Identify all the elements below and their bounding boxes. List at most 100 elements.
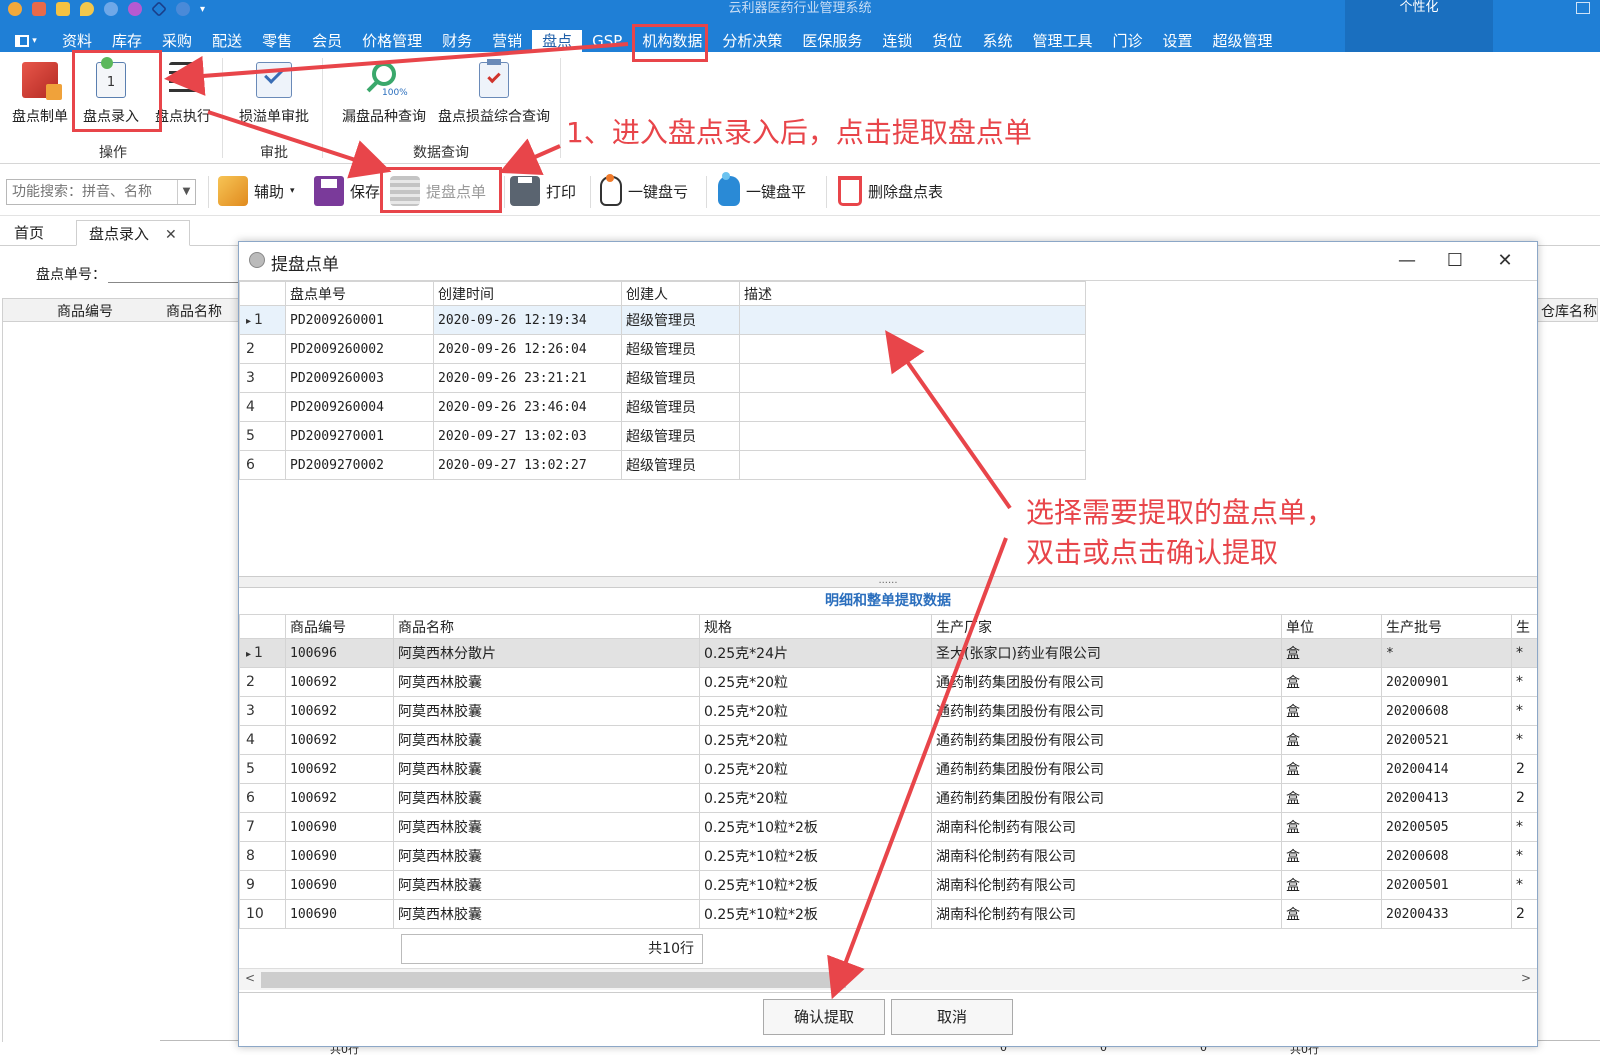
menu-item[interactable]: 系统 [972, 30, 1022, 52]
menu-item[interactable]: 盘点 [532, 30, 583, 52]
unit-cell[interactable]: 盒 [1281, 841, 1382, 871]
menu-item[interactable]: 超级管理 [1203, 30, 1283, 52]
created-time-cell[interactable]: 2020-09-27 13:02:03 [433, 421, 622, 451]
scrollbar-thumb[interactable] [261, 972, 846, 988]
print-button[interactable]: 打印 [510, 174, 576, 208]
row-number[interactable]: 4 [239, 725, 286, 755]
menu-item[interactable]: 连锁 [872, 30, 922, 52]
menu-item[interactable]: 采购 [152, 30, 202, 52]
manufacturer-cell[interactable]: 通药制药集团股份有限公司 [931, 754, 1282, 784]
detail-row[interactable]: 7 100690 阿莫西林胶囊 0.25克*10粒*2板 湖南科伦制药有限公司盒 2020… [239, 812, 1537, 842]
product-name-cell[interactable]: 阿莫西林胶囊 [393, 696, 700, 726]
master-row[interactable]: 2 PD2009260002 2020-09-26 12:26:04 超级管理员 [239, 334, 1086, 364]
batch-cell[interactable]: * [1381, 638, 1512, 668]
creator-cell[interactable]: 超级管理员 [621, 334, 740, 364]
batch-cell[interactable]: 20200521 [1381, 725, 1512, 755]
product-name-cell[interactable]: 阿莫西林胶囊 [393, 870, 700, 900]
row-number[interactable]: 7 [239, 812, 286, 842]
menu-item[interactable]: 设置 [1152, 30, 1202, 52]
spec-cell[interactable]: 0.25克*20粒 [699, 754, 932, 784]
ribbon-approval-button[interactable]: 损溢单审批 [232, 58, 316, 138]
spec-cell[interactable]: 0.25克*10粒*2板 [699, 812, 932, 842]
manufacturer-cell[interactable]: 通药制药集团股份有限公司 [931, 725, 1282, 755]
product-code-cell[interactable]: 100692 [285, 725, 394, 755]
detail-column-header[interactable]: 生产厂家 [931, 614, 1282, 639]
description-cell[interactable] [739, 363, 1086, 393]
extra-cell[interactable]: 2 [1511, 899, 1537, 929]
batch-cell[interactable]: 20200414 [1381, 754, 1512, 784]
manufacturer-cell[interactable]: 湖南科伦制药有限公司 [931, 899, 1282, 929]
unit-cell[interactable]: 盒 [1281, 870, 1382, 900]
spec-cell[interactable]: 0.25克*20粒 [699, 725, 932, 755]
batch-cell[interactable]: 20200505 [1381, 812, 1512, 842]
menu-item[interactable]: 管理工具 [1022, 30, 1102, 52]
spec-cell[interactable]: 0.25克*20粒 [699, 667, 932, 697]
spec-cell[interactable]: 0.25克*20粒 [699, 696, 932, 726]
detail-row[interactable]: 4 100692 阿莫西林胶囊 0.25克*20粒 通药制药集团股份有限公司盒 20200… [239, 725, 1537, 755]
detail-column-header[interactable]: 生产批号 [1381, 614, 1512, 639]
detail-column-header[interactable]: 商品名称 [393, 614, 700, 639]
creator-cell[interactable]: 超级管理员 [621, 392, 740, 422]
detail-row[interactable]: 10 100690 阿莫西林胶囊 0.25克*10粒*2板 湖南科伦制药有限公司盒 202… [239, 899, 1537, 929]
close-icon[interactable]: ✕ [1485, 248, 1525, 274]
menu-item[interactable]: 库存 [102, 30, 152, 52]
row-number[interactable]: 2 [239, 667, 286, 697]
save-button[interactable]: 保存 [314, 174, 380, 208]
horizontal-scrollbar[interactable]: < > [239, 968, 1537, 990]
cancel-button[interactable]: 取消 [891, 999, 1013, 1035]
product-code-cell[interactable]: 100692 [285, 696, 394, 726]
batch-cell[interactable]: 20200413 [1381, 783, 1512, 813]
row-number[interactable]: 5 [239, 754, 286, 784]
tab-home[interactable]: 首页 [2, 220, 56, 246]
extra-cell[interactable]: 2 [1511, 754, 1537, 784]
inventory-no-cell[interactable]: PD2009270002 [285, 450, 434, 480]
product-code-cell[interactable]: 100690 [285, 841, 394, 871]
row-number[interactable]: 6 [239, 450, 286, 480]
spec-cell[interactable]: 0.25克*10粒*2板 [699, 899, 932, 929]
menu-item[interactable]: 门诊 [1102, 30, 1152, 52]
function-search-input[interactable] [7, 180, 175, 204]
detail-row[interactable]: 8 100690 阿莫西林胶囊 0.25克*10粒*2板 湖南科伦制药有限公司盒 2020… [239, 841, 1537, 871]
maximize-icon[interactable]: ☐ [1435, 248, 1475, 274]
manufacturer-cell[interactable]: 圣大(张家口)药业有限公司 [931, 638, 1282, 668]
master-column-header[interactable]: 盘点单号 [285, 281, 434, 306]
product-code-cell[interactable]: 100690 [285, 870, 394, 900]
spec-cell[interactable]: 0.25克*24片 [699, 638, 932, 668]
product-code-cell[interactable]: 100692 [285, 754, 394, 784]
product-name-cell[interactable]: 阿莫西林胶囊 [393, 783, 700, 813]
menu-item[interactable]: 价格管理 [352, 30, 432, 52]
detail-column-header[interactable]: 单位 [1281, 614, 1382, 639]
row-number[interactable]: 8 [239, 841, 286, 871]
one-key-flat-button[interactable]: 一键盘平 [718, 172, 806, 208]
row-number[interactable]: 6 [239, 783, 286, 813]
detail-row[interactable]: ▸ 1 100696 阿莫西林分散片 0.25克*24片 圣大(张家口)药业有限公司盒 * * [239, 638, 1537, 668]
master-column-header[interactable]: 创建人 [621, 281, 740, 306]
product-name-cell[interactable]: 阿莫西林胶囊 [393, 812, 700, 842]
tab-inventory-entry[interactable]: 盘点录入 ✕ [76, 220, 190, 246]
unit-cell[interactable]: 盒 [1281, 754, 1382, 784]
creator-cell[interactable]: 超级管理员 [621, 305, 740, 335]
manufacturer-cell[interactable]: 湖南科伦制药有限公司 [931, 870, 1282, 900]
master-column-header[interactable]: 描述 [739, 281, 1086, 306]
spec-cell[interactable]: 0.25克*20粒 [699, 783, 932, 813]
product-code-cell[interactable]: 100690 [285, 812, 394, 842]
batch-cell[interactable]: 20200901 [1381, 667, 1512, 697]
product-name-cell[interactable]: 阿莫西林胶囊 [393, 725, 700, 755]
bg-column-code[interactable]: 商品编号 [57, 301, 113, 321]
product-code-cell[interactable]: 100692 [285, 667, 394, 697]
master-row[interactable]: 4 PD2009260004 2020-09-26 23:46:04 超级管理员 [239, 392, 1086, 422]
spec-cell[interactable]: 0.25克*10粒*2板 [699, 870, 932, 900]
row-number[interactable]: 4 [239, 392, 286, 422]
created-time-cell[interactable]: 2020-09-27 13:02:27 [433, 450, 622, 480]
manufacturer-cell[interactable]: 通药制药集团股份有限公司 [931, 667, 1282, 697]
unit-cell[interactable]: 盒 [1281, 783, 1382, 813]
batch-cell[interactable]: 20200501 [1381, 870, 1512, 900]
row-number[interactable]: 5 [239, 421, 286, 451]
extra-cell[interactable]: * [1511, 841, 1537, 871]
menu-item[interactable]: 财务 [432, 30, 482, 52]
detail-row[interactable]: 5 100692 阿莫西林胶囊 0.25克*20粒 通药制药集团股份有限公司盒 20200… [239, 754, 1537, 784]
menu-item[interactable]: 分析决策 [712, 30, 792, 52]
description-cell[interactable] [739, 450, 1086, 480]
product-name-cell[interactable]: 阿莫西林胶囊 [393, 667, 700, 697]
detail-row[interactable]: 9 100690 阿莫西林胶囊 0.25克*10粒*2板 湖南科伦制药有限公司盒 2020… [239, 870, 1537, 900]
